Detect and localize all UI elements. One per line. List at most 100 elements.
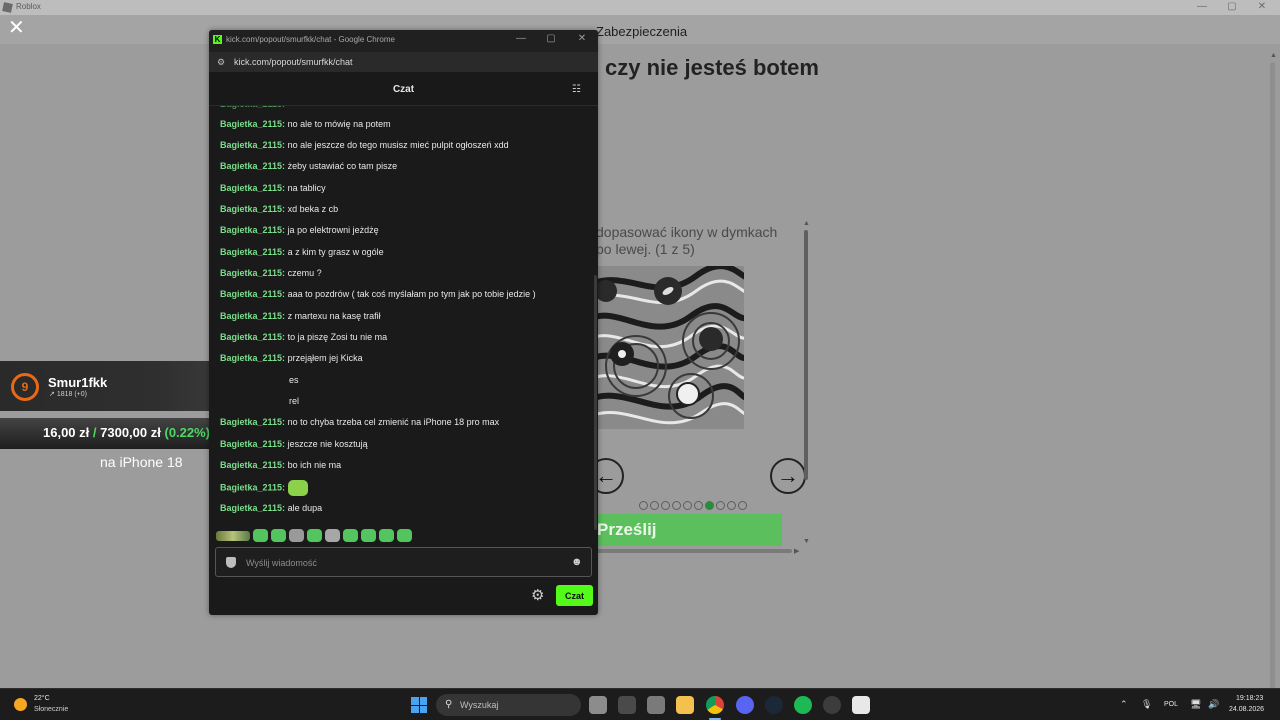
taskbar-search[interactable]: ⚲ Wyszukaj [436, 694, 581, 716]
chat-username[interactable]: Bagietka_2115: [220, 161, 285, 171]
chrome-icon[interactable] [706, 696, 724, 714]
emote-icon[interactable] [343, 529, 358, 542]
discord-icon[interactable] [736, 696, 754, 714]
store-icon[interactable] [647, 696, 665, 714]
emote-icon[interactable] [216, 530, 250, 541]
chat-text: jeszcze nie kosztują [287, 439, 368, 449]
overlay-username: Smur1fkk [48, 375, 108, 390]
captcha-submit-button[interactable]: Prześlij [596, 514, 782, 546]
page-scroll-up-icon[interactable]: ▲ [1270, 52, 1277, 59]
captcha-instruction: dopasować ikony w dymkach po lewej. (1 z… [596, 224, 777, 258]
clock-date[interactable]: 24.08.2026 [1229, 706, 1264, 713]
chrome-popout-window: K kick.com/popout/smurfkk/chat - Google … [209, 30, 598, 615]
captcha-scroll-right-icon[interactable]: ▶ [794, 547, 799, 555]
start-button[interactable] [411, 697, 427, 713]
chat-username[interactable]: Bagietka_2115: [220, 289, 285, 299]
roblox-window-title: Roblox [16, 2, 41, 11]
chat-users-icon[interactable]: ☷ [572, 84, 581, 95]
chat-message-input[interactable] [246, 554, 556, 571]
language-indicator[interactable]: POL [1164, 701, 1178, 708]
volume-icon[interactable]: 🔊 [1208, 699, 1219, 710]
chat-message: Bagietka_2115: a z kim ty grasz w ogóle [220, 247, 384, 257]
send-chat-button[interactable]: Czat [556, 585, 593, 606]
page-scrollbar[interactable] [1270, 62, 1275, 692]
shield-icon[interactable] [226, 557, 236, 568]
chat-username[interactable]: Bagietka_2115: [220, 247, 285, 257]
chrome-minimize-button[interactable]: — [514, 33, 528, 44]
task-view-icon[interactable] [589, 696, 607, 714]
captcha-dot[interactable] [683, 501, 692, 510]
site-settings-icon[interactable]: ⚙ [217, 57, 225, 68]
captcha-scroll-up-icon[interactable]: ▲ [803, 220, 810, 227]
chat-username[interactable]: Bagietka_2115: [220, 439, 285, 449]
emote-icon[interactable] [307, 529, 322, 542]
captcha-dot[interactable] [694, 501, 703, 510]
captcha-dot[interactable] [672, 501, 681, 510]
file-explorer-icon[interactable] [676, 696, 694, 714]
captcha-dot[interactable] [661, 501, 670, 510]
chat-username[interactable]: Bagietka_2115: [220, 204, 285, 214]
chat-username[interactable]: Bagietka_2115: [220, 332, 285, 342]
chat-username[interactable]: Bagietka_2115: [220, 353, 285, 363]
spotify-icon[interactable] [794, 696, 812, 714]
rank-badge: 9 [11, 373, 39, 401]
weather-sun-icon[interactable] [14, 698, 27, 711]
roblox-icon[interactable] [852, 696, 870, 714]
chat-username[interactable]: Bagietka_2115: [220, 311, 285, 321]
chat-username[interactable]: Bagietka_2115: [220, 140, 285, 150]
microphone-icon[interactable]: 🎙 [1141, 699, 1152, 710]
emote-icon[interactable] [361, 529, 376, 542]
captcha-dot[interactable] [738, 501, 747, 510]
app-icon[interactable] [823, 696, 841, 714]
chrome-url[interactable]: kick.com/popout/smurfkk/chat [234, 57, 353, 67]
emote-icon[interactable] [289, 529, 304, 542]
chat-text: czemu ? [287, 268, 322, 278]
chat-username[interactable]: Bagietka_2115: [220, 119, 285, 129]
captcha-dot[interactable] [727, 501, 736, 510]
captcha-dot-active[interactable] [705, 501, 714, 510]
chat-username[interactable]: Bagietka_2115: [220, 225, 285, 235]
taskbar: 22°C Słonecznie ⚲ Wyszukaj ⌃ 🎙 POL 🖥 🔊 1… [0, 688, 1280, 720]
emoji-picker-icon[interactable]: ☻ [571, 556, 583, 568]
emote-icon[interactable] [271, 529, 286, 542]
overlay-elo: ↗ 1818 (+0) [49, 390, 87, 398]
steam-icon[interactable] [765, 696, 783, 714]
app-icon[interactable] [618, 696, 636, 714]
weather-condition[interactable]: Słonecznie [34, 706, 68, 713]
captcha-horizontal-scrollbar[interactable] [596, 549, 792, 553]
clock-time[interactable]: 19:18:23 [1236, 695, 1263, 702]
chat-username[interactable]: Bagietka_2115: [220, 460, 285, 470]
emote-icon[interactable] [397, 529, 412, 542]
chat-header: Czat ☷ [209, 72, 598, 106]
emote-icon[interactable] [325, 529, 340, 542]
chat-text: es [289, 375, 299, 385]
chat-username[interactable]: Bagietka_2115: [220, 482, 285, 492]
chat-username[interactable]: Bagietka_2115: [220, 268, 285, 278]
captcha-dot[interactable] [650, 501, 659, 510]
close-icon[interactable]: ✕ [8, 18, 25, 38]
chat-scrollbar[interactable] [594, 275, 597, 530]
captcha-dot[interactable] [716, 501, 725, 510]
chrome-maximize-button[interactable]: ▢ [544, 33, 558, 44]
chat-username[interactable]: Bagietka_2115: [220, 417, 285, 427]
captcha-vertical-scrollbar[interactable] [804, 230, 808, 480]
weather-temperature[interactable]: 22°C [34, 695, 50, 702]
chat-message: Bagietka_2115: ale dupa [220, 503, 322, 513]
captcha-dot[interactable] [639, 501, 648, 510]
chat-settings-icon[interactable]: ⚙ [531, 586, 544, 604]
captcha-next-button[interactable]: → [770, 458, 806, 494]
chrome-url-bar[interactable]: ⚙ kick.com/popout/smurfkk/chat [209, 52, 598, 72]
tray-overflow-icon[interactable]: ⌃ [1120, 699, 1128, 710]
close-window-button[interactable]: ✕ [1252, 1, 1272, 12]
emote-icon[interactable] [379, 529, 394, 542]
network-icon[interactable]: 🖥 [1190, 699, 1201, 710]
maximize-button[interactable]: ▢ [1222, 1, 1242, 12]
chrome-close-button[interactable]: ✕ [575, 33, 589, 44]
captcha-scroll-down-icon[interactable]: ▼ [803, 538, 810, 545]
chat-username[interactable]: Bagietka_2115: [220, 183, 285, 193]
chat-message: Bagietka_2115: xd beka z cb [220, 204, 338, 214]
minimize-button[interactable]: — [1192, 1, 1212, 12]
chat-text: no to chyba trzeba cel zmienić na iPhone… [287, 417, 500, 427]
emote-icon[interactable] [253, 529, 268, 542]
chat-username[interactable]: Bagietka_2115: [220, 503, 285, 513]
